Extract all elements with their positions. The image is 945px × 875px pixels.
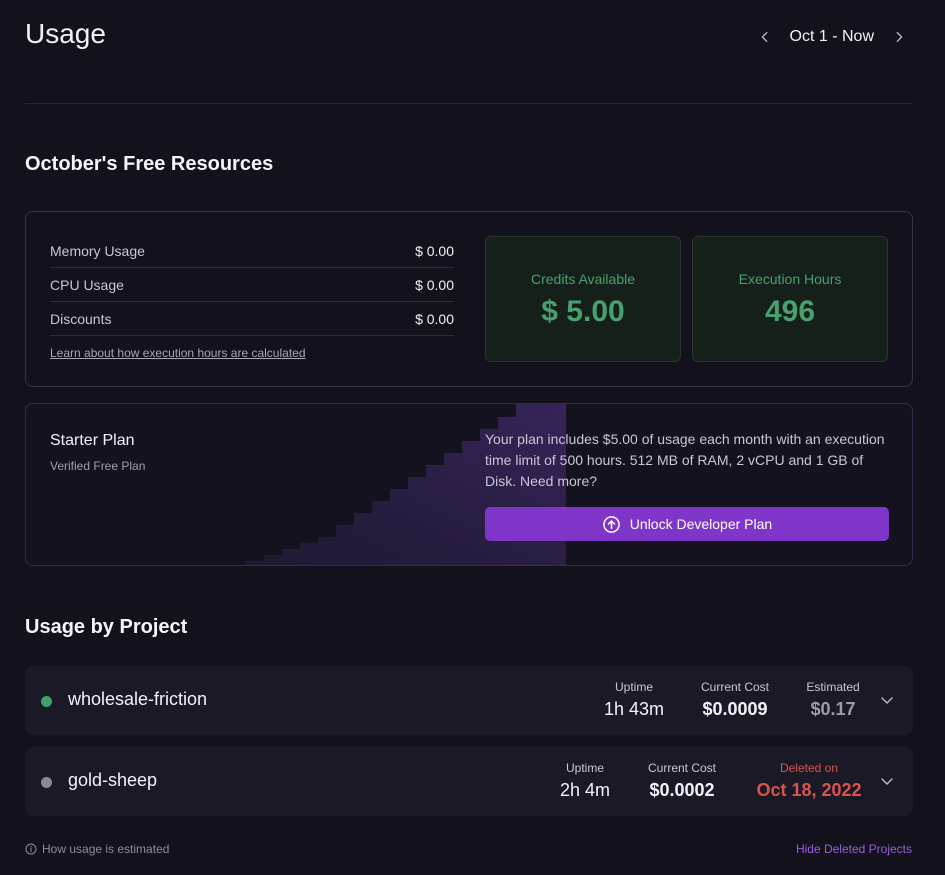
unlock-developer-plan-button[interactable]: Unlock Developer Plan [485,507,889,541]
current-cost-label: Current Cost [700,680,770,694]
page-title: Usage [25,18,106,49]
current-cost-value: $0.0009 [702,699,768,719]
credits-value: $ 5.00 [541,295,625,328]
chevron-right-icon[interactable] [886,24,912,50]
date-range-label: Oct 1 - Now [789,28,874,45]
resource-row-memory: Memory Usage $ 0.00 [50,234,454,268]
resource-value: $ 0.00 [415,310,454,327]
usage-by-project-title: Usage by Project [25,616,188,638]
date-range-nav: Oct 1 - Now [752,24,912,50]
estimated-label: Estimated [806,680,860,694]
execution-hours-link[interactable]: Learn about how execution hours are calc… [50,346,306,360]
resource-row-discounts: Discounts $ 0.00 [50,302,454,336]
resource-value: $ 0.00 [415,242,454,259]
estimated-value: $0.17 [810,699,856,719]
project-card[interactable]: gold-sheep Uptime 2h 4m Current Cost $0.… [25,747,913,816]
status-dot [41,777,52,788]
uptime-value: 2h 4m [559,780,611,800]
plan-subtitle: Verified Free Plan [50,459,146,473]
header-divider [25,103,912,104]
deleted-on-value: Oct 18, 2022 [756,780,862,800]
resource-value: $ 0.00 [415,276,454,293]
starter-plan-card: Starter Plan Verified Free Plan Your pla… [25,403,913,566]
chevron-down-icon[interactable] [879,773,895,789]
plan-description: Your plan includes $5.00 of usage each m… [485,431,885,489]
resource-row-cpu: CPU Usage $ 0.00 [50,268,454,302]
arrow-up-circle-icon [602,515,620,533]
free-resources-card: Memory Usage $ 0.00 CPU Usage $ 0.00 Dis… [25,211,913,387]
uptime-label: Uptime [565,761,604,775]
execution-hours-label: Execution Hours [738,271,842,287]
current-cost-label: Current Cost [647,761,717,775]
uptime-label: Uptime [614,680,653,694]
execution-hours-box: Execution Hours 496 [692,236,888,362]
estimated-metric: Estimated $0.17 [797,680,869,720]
project-name: wholesale-friction [68,689,208,709]
current-cost-metric: Current Cost $0.0009 [689,680,781,720]
hide-deleted-projects-link[interactable]: Hide Deleted Projects [796,842,912,856]
chevron-down-icon[interactable] [879,692,895,708]
project-name: gold-sheep [68,770,158,790]
uptime-metric: Uptime 1h 43m [597,680,671,720]
current-cost-value: $0.0002 [649,780,715,800]
uptime-value: 1h 43m [603,699,665,719]
deleted-on-label: Deleted on [779,761,839,775]
plan-name: Starter Plan [50,432,135,449]
credits-available-box: Credits Available $ 5.00 [485,236,681,362]
resource-label: Memory Usage [50,242,145,259]
credits-label: Credits Available [530,271,636,287]
resource-list: Memory Usage $ 0.00 CPU Usage $ 0.00 Dis… [50,234,454,362]
project-card[interactable]: wholesale-friction Uptime 1h 43m Current… [25,666,913,735]
how-usage-estimated-link[interactable]: How usage is estimated [25,842,169,856]
how-usage-estimated-label: How usage is estimated [42,842,170,856]
current-cost-metric: Current Cost $0.0002 [636,761,728,801]
resource-label: Discounts [50,310,112,327]
deleted-on-metric: Deleted on Oct 18, 2022 [747,761,871,801]
status-dot [41,696,52,707]
chevron-left-icon[interactable] [752,24,778,50]
unlock-button-label: Unlock Developer Plan [629,516,773,532]
uptime-metric: Uptime 2h 4m [549,761,621,801]
resource-label: CPU Usage [50,276,124,293]
page-header: Usage Oct 1 - Now [25,18,912,54]
free-resources-title: October's Free Resources [25,153,274,175]
info-icon [25,843,37,855]
execution-hours-value: 496 [764,295,816,328]
